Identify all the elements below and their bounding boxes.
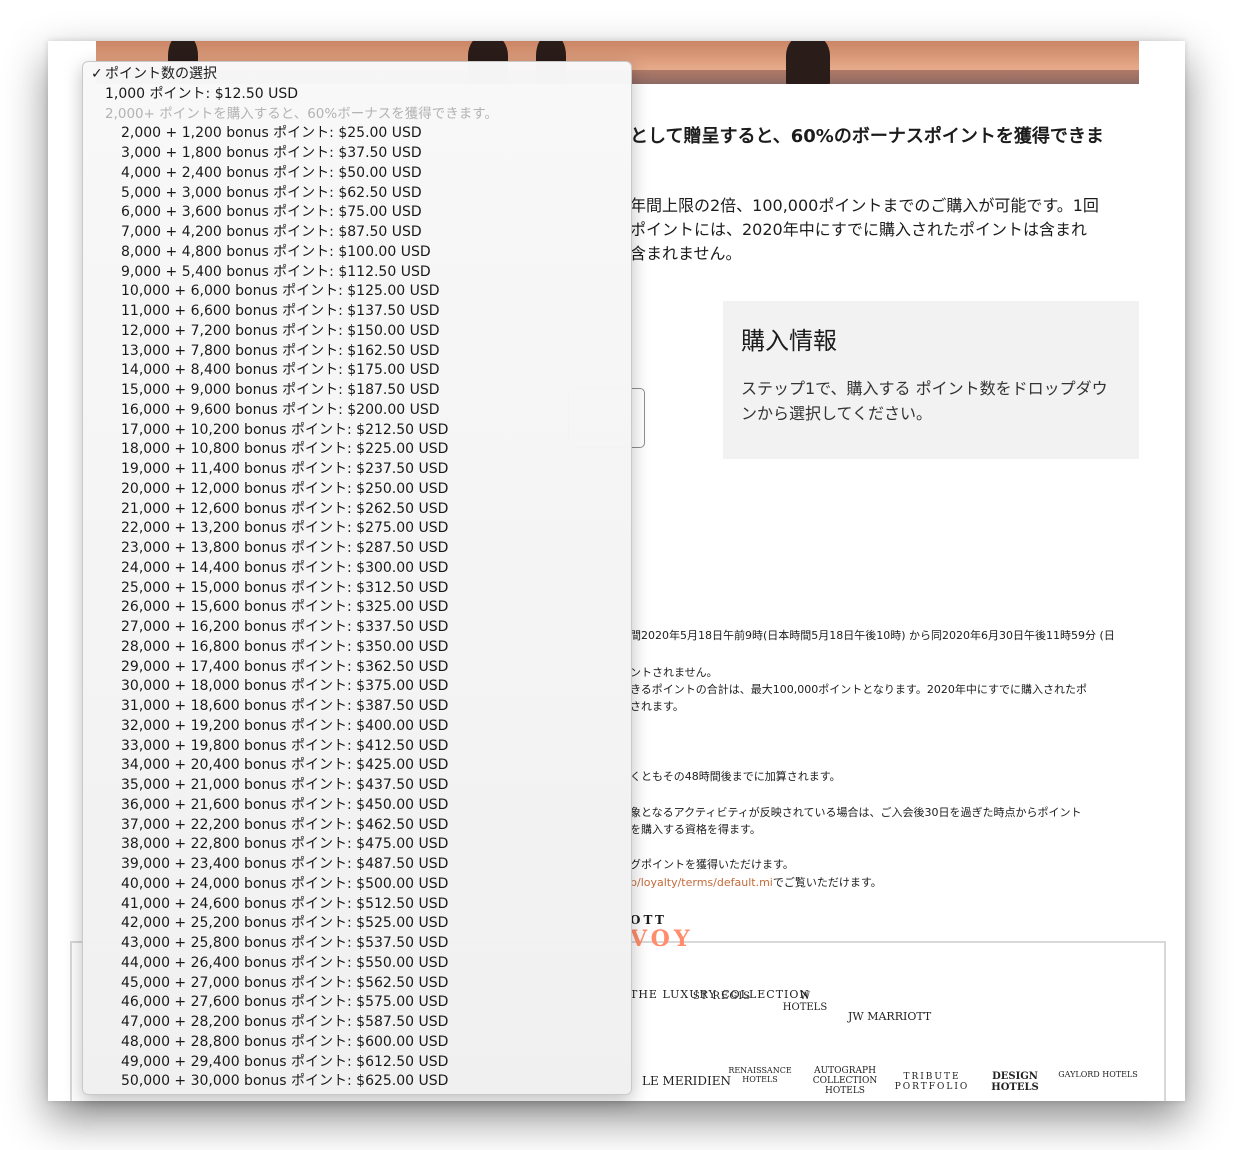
marriott-bonvoy-logo: OTT VOY xyxy=(630,909,694,952)
hero-figure xyxy=(786,41,830,84)
dropdown-option[interactable]: 18,000 + 10,800 bonus ポイント: $225.00 USD xyxy=(83,440,631,460)
dropdown-option-selected[interactable]: ✓ ポイント数の選択 xyxy=(83,65,631,85)
dropdown-option[interactable]: 3,000 + 1,800 bonus ポイント: $37.50 USD xyxy=(83,144,631,164)
logo-main-word: VOY xyxy=(630,926,694,952)
dropdown-option[interactable]: 25,000 + 15,000 bonus ポイント: $312.50 USD xyxy=(83,579,631,599)
dropdown-option[interactable]: 34,000 + 20,400 bonus ポイント: $425.00 USD xyxy=(83,756,631,776)
dropdown-option[interactable]: 1,000 ポイント: $12.50 USD xyxy=(83,85,631,105)
logo-main-text: VOY xyxy=(630,926,694,952)
brand-autograph-collection[interactable]: AUTOGRAPH COLLECTION HOTELS xyxy=(812,1066,878,1097)
brand-le-meridien[interactable]: LE MERIDIEN xyxy=(642,1074,731,1088)
dropdown-option[interactable]: 27,000 + 16,200 bonus ポイント: $337.50 USD xyxy=(83,618,631,638)
dropdown-option[interactable]: 26,000 + 15,600 bonus ポイント: $325.00 USD xyxy=(83,598,631,618)
logo-top-text: OTT xyxy=(630,913,667,927)
brand-st-regis[interactable]: ST REGIS xyxy=(692,991,752,1002)
fine-print-line: 間2020年5月18日午前9時(日本時間5月18日午後10時) から同2020年… xyxy=(630,629,1115,642)
dropdown-option[interactable]: 6,000 + 3,600 bonus ポイント: $75.00 USD xyxy=(83,203,631,223)
fine-print-line: を購入する資格を得ます。 xyxy=(630,823,761,836)
dropdown-option[interactable]: 14,000 + 8,400 bonus ポイント: $175.00 USD xyxy=(83,361,631,381)
purchase-info-body: ステップ1で、購入する ポイント数をドロップダウンから選択してください。 xyxy=(741,379,1108,423)
dropdown-option[interactable]: 7,000 + 4,200 bonus ポイント: $87.50 USD xyxy=(83,223,631,243)
dropdown-option-label: ポイント数の選択 xyxy=(105,66,217,82)
dropdown-option[interactable]: 37,000 + 22,200 bonus ポイント: $462.50 USD xyxy=(83,816,631,836)
dropdown-option[interactable]: 28,000 + 16,800 bonus ポイント: $350.00 USD xyxy=(83,638,631,658)
dropdown-option[interactable]: 40,000 + 24,000 bonus ポイント: $500.00 USD xyxy=(83,875,631,895)
dropdown-option[interactable]: 43,000 + 25,800 bonus ポイント: $537.50 USD xyxy=(83,934,631,954)
dropdown-option[interactable]: 9,000 + 5,400 bonus ポイント: $112.50 USD xyxy=(83,263,631,283)
dropdown-option[interactable]: 47,000 + 28,200 bonus ポイント: $587.50 USD xyxy=(83,1013,631,1033)
dropdown-option[interactable]: 49,000 + 29,400 bonus ポイント: $612.50 USD xyxy=(83,1053,631,1073)
dropdown-option[interactable]: 32,000 + 19,200 bonus ポイント: $400.00 USD xyxy=(83,717,631,737)
fine-print-line: されます。 xyxy=(630,700,684,713)
dropdown-group-label: 2,000+ ポイントを購入すると、60%ボーナスを獲得できます。 xyxy=(105,105,498,122)
dropdown-option[interactable]: 12,000 + 7,200 bonus ポイント: $150.00 USD xyxy=(83,322,631,342)
dropdown-option[interactable]: 30,000 + 18,000 bonus ポイント: $375.00 USD xyxy=(83,677,631,697)
checkmark-icon: ✓ xyxy=(91,66,103,82)
fine-print-line: ントされません。 xyxy=(630,666,718,679)
offer-heading: として贈呈すると、60%のボーナスポイントを獲得できま xyxy=(630,126,1104,147)
dropdown-option[interactable]: 39,000 + 23,400 bonus ポイント: $487.50 USD xyxy=(83,855,631,875)
fine-print-line: グポイントを獲得いただけます。 xyxy=(630,858,794,871)
dropdown-option[interactable]: 29,000 + 17,400 bonus ポイント: $362.50 USD xyxy=(83,658,631,678)
intro-line: 年間上限の2倍、100,000ポイントまでのご購入が可能です。1回 xyxy=(630,196,1099,215)
dropdown-option[interactable]: 11,000 + 6,600 bonus ポイント: $137.50 USD xyxy=(83,302,631,322)
dropdown-option[interactable]: 23,000 + 13,800 bonus ポイント: $287.50 USD xyxy=(83,539,631,559)
dropdown-option[interactable]: 22,000 + 13,200 bonus ポイント: $275.00 USD xyxy=(83,519,631,539)
purchase-info-panel: 購入情報 ステップ1で、購入する ポイント数をドロップダウンから選択してください… xyxy=(723,301,1139,459)
dropdown-option[interactable]: 42,000 + 25,200 bonus ポイント: $525.00 USD xyxy=(83,914,631,934)
brand-w-hotels[interactable]: W HOTELS xyxy=(780,991,830,1013)
dropdown-option[interactable]: 5,000 + 3,000 bonus ポイント: $62.50 USD xyxy=(83,184,631,204)
intro-text: 年間上限の2倍、100,000ポイントまでのご購入が可能です。1回 ポイントには… xyxy=(630,194,1150,266)
terms-link[interactable]: p/loyalty/terms/default.mi xyxy=(630,876,773,889)
dropdown-option[interactable]: 33,000 + 19,800 bonus ポイント: $412.50 USD xyxy=(83,737,631,757)
brand-design-hotels[interactable]: DESIGN HOTELS xyxy=(984,1071,1046,1093)
dropdown-option[interactable]: 17,000 + 10,200 bonus ポイント: $212.50 USD xyxy=(83,421,631,441)
dropdown-option[interactable]: 35,000 + 21,000 bonus ポイント: $437.50 USD xyxy=(83,776,631,796)
dropdown-option[interactable]: 19,000 + 11,400 bonus ポイント: $237.50 USD xyxy=(83,460,631,480)
points-dropdown-menu[interactable]: ✓ ポイント数の選択 1,000 ポイント: $12.50 USD 2,000+ … xyxy=(82,61,632,1095)
brand-tribute-portfolio[interactable]: TRIBUTE PORTFOLIO xyxy=(894,1072,970,1093)
dropdown-option[interactable]: 13,000 + 7,800 bonus ポイント: $162.50 USD xyxy=(83,342,631,362)
dropdown-option[interactable]: 31,000 + 18,600 bonus ポイント: $387.50 USD xyxy=(83,697,631,717)
fine-print-line: 象となるアクティビティが反映されている場合は、ご入会後30日を過ぎた時点からポイ… xyxy=(630,806,1082,819)
brand-gaylord-hotels[interactable]: GAYLORD HOTELS xyxy=(1056,1070,1140,1080)
terms-link-suffix: でご覧いただけます。 xyxy=(772,876,882,889)
dropdown-option[interactable]: 46,000 + 27,600 bonus ポイント: $575.00 USD xyxy=(83,993,631,1013)
dropdown-option[interactable]: 21,000 + 12,600 bonus ポイント: $262.50 USD xyxy=(83,500,631,520)
dropdown-option[interactable]: 38,000 + 22,800 bonus ポイント: $475.00 USD xyxy=(83,835,631,855)
fine-print-line: p/loyalty/terms/default.miでご覧いただけます。 xyxy=(630,874,882,890)
fine-print-line: きるポイントの合計は、最大100,000ポイントとなります。2020年中にすでに… xyxy=(630,683,1088,696)
dropdown-option[interactable]: 16,000 + 9,600 bonus ポイント: $200.00 USD xyxy=(83,401,631,421)
dropdown-option-list: 2,000 + 1,200 bonus ポイント: $25.00 USD 3,00… xyxy=(83,124,631,1092)
dropdown-option[interactable]: 8,000 + 4,800 bonus ポイント: $100.00 USD xyxy=(83,243,631,263)
fine-print-line: くともその48時間後までに加算されます。 xyxy=(630,770,841,783)
intro-line: 含まれません。 xyxy=(630,244,742,263)
brand-renaissance[interactable]: RENAISSANCE HOTELS xyxy=(728,1066,792,1085)
dropdown-option[interactable]: 36,000 + 21,600 bonus ポイント: $450.00 USD xyxy=(83,796,631,816)
dropdown-option[interactable]: 24,000 + 14,400 bonus ポイント: $300.00 USD xyxy=(83,559,631,579)
dropdown-option[interactable]: 45,000 + 27,000 bonus ポイント: $562.50 USD xyxy=(83,974,631,994)
intro-line: ポイントには、2020年中にすでに購入されたポイントは含まれ xyxy=(630,220,1088,239)
dropdown-option[interactable]: 20,000 + 12,000 bonus ポイント: $250.00 USD xyxy=(83,480,631,500)
dropdown-option[interactable]: 15,000 + 9,000 bonus ポイント: $187.50 USD xyxy=(83,381,631,401)
dropdown-option[interactable]: 50,000 + 30,000 bonus ポイント: $625.00 USD xyxy=(83,1072,631,1092)
purchase-info-title: 購入情報 xyxy=(741,327,837,355)
dropdown-option[interactable]: 2,000 + 1,200 bonus ポイント: $25.00 USD xyxy=(83,124,631,144)
brand-jw-marriott[interactable]: JW MARRIOTT xyxy=(848,1010,931,1023)
dropdown-option[interactable]: 48,000 + 28,800 bonus ポイント: $600.00 USD xyxy=(83,1033,631,1053)
dropdown-option[interactable]: 44,000 + 26,400 bonus ポイント: $550.00 USD xyxy=(83,954,631,974)
dropdown-option[interactable]: 4,000 + 2,400 bonus ポイント: $50.00 USD xyxy=(83,164,631,184)
dropdown-option[interactable]: 41,000 + 24,600 bonus ポイント: $512.50 USD xyxy=(83,895,631,915)
dropdown-option[interactable]: 10,000 + 6,000 bonus ポイント: $125.00 USD xyxy=(83,282,631,302)
